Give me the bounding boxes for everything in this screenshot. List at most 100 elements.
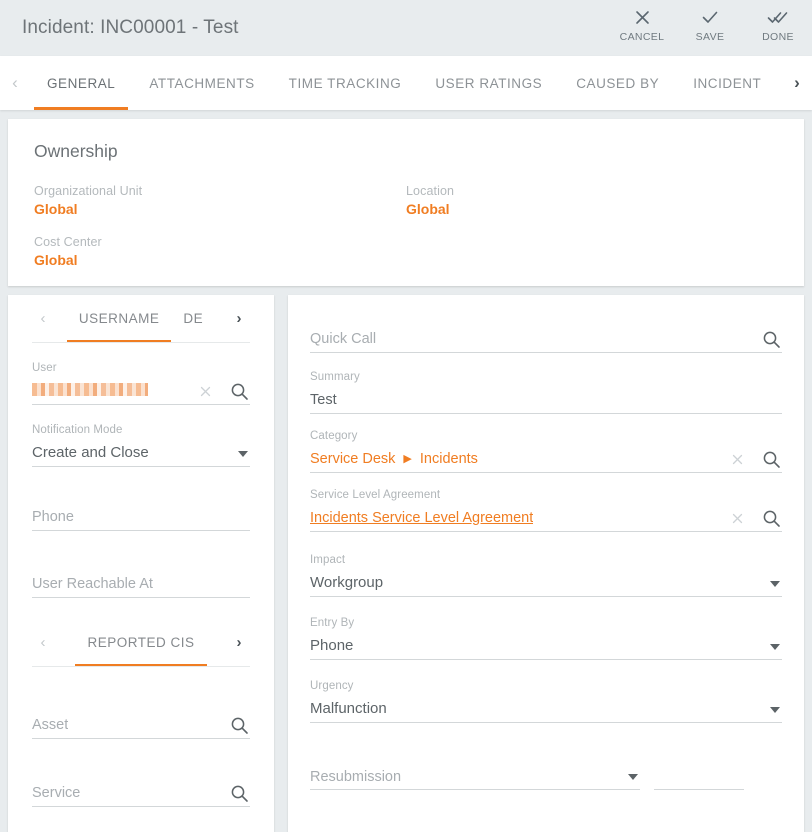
tab-general[interactable]: GENERAL: [30, 56, 132, 110]
category-value-part2: Incidents: [419, 450, 478, 467]
quick-call-search-icon[interactable]: [760, 328, 782, 350]
cancel-button[interactable]: CANCEL: [608, 5, 676, 43]
user-clear-icon[interactable]: [194, 380, 216, 402]
user-reachable-line[interactable]: User Reachable At: [32, 570, 250, 598]
category-clear-icon[interactable]: [726, 448, 748, 470]
service-search-icon[interactable]: [228, 782, 250, 804]
impact-line[interactable]: Workgroup: [310, 569, 782, 597]
cis-subtabs-items: REPORTED CIS: [54, 619, 228, 666]
ownership-cost-center: Cost Center Global: [34, 235, 406, 268]
user-field-redacted-value: [32, 383, 148, 396]
ownership-column-left: Organizational Unit Global Cost Center G…: [34, 184, 406, 286]
header-actions: CANCEL SAVE DONE: [608, 0, 812, 56]
sla-value[interactable]: Incidents Service Level Agreement: [310, 508, 533, 528]
notification-mode-chevron-down-icon[interactable]: [238, 451, 248, 457]
tabbar-next-arrow[interactable]: ›: [782, 56, 812, 110]
sla-clear-icon[interactable]: [726, 507, 748, 529]
check-icon: [701, 5, 719, 29]
asset-field-line[interactable]: Asset: [32, 711, 250, 739]
tab-caused-by[interactable]: CAUSED BY: [559, 56, 676, 110]
ownership-card: Ownership Organizational Unit Global Cos…: [8, 119, 804, 286]
category-search-icon[interactable]: [760, 448, 782, 470]
category-value-part1: Service Desk: [310, 450, 396, 467]
asset-field: Asset: [32, 667, 250, 739]
phone-field-line[interactable]: Phone: [32, 503, 250, 531]
resubmission-side-input[interactable]: [654, 764, 744, 790]
ownership-org-unit-label: Organizational Unit: [34, 184, 143, 198]
ownership-org-unit-value: Global: [34, 201, 78, 217]
app-header: Incident: INC00001 - Test CANCEL SAVE DO…: [0, 0, 812, 56]
category-line[interactable]: Service Desk ▶ Incidents: [310, 445, 782, 473]
urgency-label: Urgency: [310, 680, 354, 692]
user-panel: ‹ USERNAME DE › User Notification Mode C…: [8, 295, 274, 832]
service-field-line[interactable]: Service: [32, 779, 250, 807]
save-button[interactable]: SAVE: [676, 5, 744, 43]
resubmission-placeholder: Resubmission: [310, 768, 402, 785]
user-reachable-field: User Reachable At: [32, 531, 250, 598]
resubmission-field: Resubmission: [310, 723, 782, 790]
resubmission-line[interactable]: Resubmission: [310, 764, 640, 790]
user-subtabs-prev-arrow[interactable]: ‹: [32, 310, 54, 327]
user-search-icon[interactable]: [228, 380, 250, 402]
impact-label: Impact: [310, 554, 346, 566]
notification-mode-line[interactable]: Create and Close: [32, 439, 250, 467]
double-check-icon: [767, 5, 789, 29]
impact-chevron-down-icon[interactable]: [770, 581, 780, 587]
user-subtabs-next-arrow[interactable]: ›: [228, 310, 250, 327]
entry-by-value: Phone: [310, 636, 354, 654]
cancel-label: CANCEL: [619, 31, 665, 43]
done-button[interactable]: DONE: [744, 5, 812, 43]
main-tabbar: ‹ GENERAL ATTACHMENTS TIME TRACKING USER…: [0, 56, 812, 110]
urgency-value: Malfunction: [310, 699, 387, 717]
sla-line[interactable]: Incidents Service Level Agreement: [310, 504, 782, 532]
urgency-line[interactable]: Malfunction: [310, 695, 782, 723]
ownership-location-value: Global: [406, 201, 450, 217]
tab-user-ratings[interactable]: USER RATINGS: [418, 56, 559, 110]
quick-call-line[interactable]: Quick Call: [310, 325, 782, 353]
user-reachable-placeholder: User Reachable At: [32, 575, 153, 592]
ownership-cost-center-value: Global: [34, 252, 78, 268]
ownership-org-unit: Organizational Unit Global: [34, 184, 406, 217]
cis-subtabs-prev-arrow[interactable]: ‹: [32, 634, 54, 651]
sla-field: Service Level Agreement Incidents Servic…: [310, 473, 782, 532]
cis-subtabs: ‹ REPORTED CIS ›: [32, 619, 250, 667]
summary-field: Summary Test: [310, 353, 782, 414]
entry-by-chevron-down-icon[interactable]: [770, 644, 780, 650]
tab-incident[interactable]: INCIDENT: [676, 56, 778, 110]
save-label: SAVE: [695, 31, 725, 43]
entry-by-line[interactable]: Phone: [310, 632, 782, 660]
asset-search-icon[interactable]: [228, 714, 250, 736]
tab-attachments[interactable]: ATTACHMENTS: [132, 56, 271, 110]
tabbar-tabs: GENERAL ATTACHMENTS TIME TRACKING USER R…: [30, 56, 782, 110]
summary-value: Test: [310, 391, 337, 408]
category-label: Category: [310, 430, 358, 442]
tabbar-prev-arrow[interactable]: ‹: [0, 56, 30, 110]
ownership-grid: Organizational Unit Global Cost Center G…: [34, 184, 778, 286]
category-value: Service Desk ▶ Incidents: [310, 449, 478, 469]
tab-time-tracking[interactable]: TIME TRACKING: [272, 56, 419, 110]
resubmission-chevron-down-icon[interactable]: [628, 774, 638, 780]
category-separator-icon: ▶: [403, 452, 412, 465]
user-field-label: User: [32, 362, 57, 374]
ownership-location-label: Location: [406, 184, 455, 198]
ownership-column-right: Location Global: [406, 184, 778, 286]
notification-mode-value: Create and Close: [32, 443, 149, 461]
subtab-reported-cis[interactable]: REPORTED CIS: [75, 619, 207, 666]
urgency-chevron-down-icon[interactable]: [770, 707, 780, 713]
service-placeholder: Service: [32, 784, 81, 801]
subtab-username[interactable]: USERNAME: [66, 295, 172, 342]
cis-subtabs-next-arrow[interactable]: ›: [228, 634, 250, 651]
subtab-de[interactable]: DE: [171, 295, 215, 342]
summary-line[interactable]: Test: [310, 386, 782, 414]
ownership-cost-center-label: Cost Center: [34, 235, 102, 249]
notification-mode-field: Notification Mode Create and Close: [32, 405, 250, 467]
impact-value: Workgroup: [310, 573, 384, 591]
sla-search-icon[interactable]: [760, 507, 782, 529]
asset-placeholder: Asset: [32, 716, 69, 733]
phone-placeholder: Phone: [32, 508, 74, 525]
ownership-location: Location Global: [406, 184, 778, 217]
user-field-line[interactable]: [32, 377, 250, 405]
quick-call-field: Quick Call: [310, 295, 782, 353]
ownership-title: Ownership: [34, 141, 118, 161]
user-subtabs: ‹ USERNAME DE ›: [32, 295, 250, 343]
